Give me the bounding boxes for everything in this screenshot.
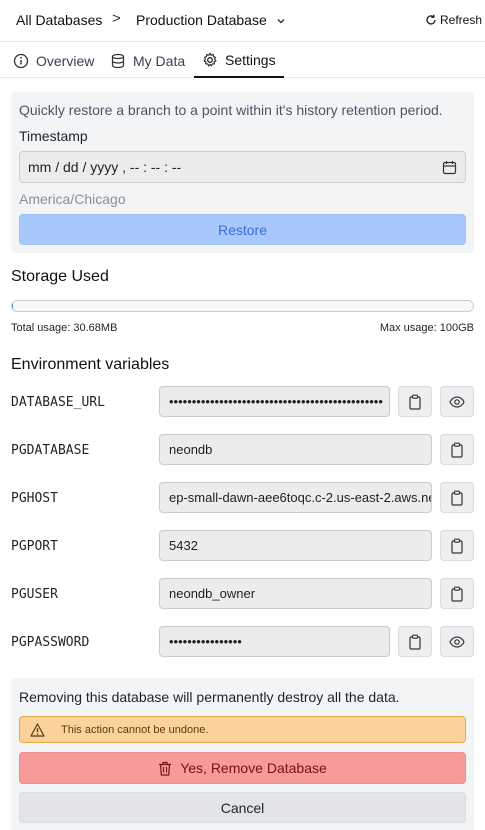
tab-label: Overview	[36, 52, 95, 69]
database-icon	[111, 53, 125, 68]
breadcrumb-database-name[interactable]: Production Database	[136, 12, 267, 28]
env-var-name: PGDATABASE	[11, 443, 90, 458]
tab-label: Settings	[225, 51, 276, 68]
env-var-name: PGUSER	[11, 587, 58, 602]
clipboard-icon	[451, 442, 463, 458]
storage-progress-bar	[11, 300, 474, 312]
timezone-label: America/Chicago	[19, 191, 126, 207]
storage-title: Storage Used	[11, 268, 109, 285]
clipboard-icon	[409, 634, 421, 650]
env-var-name: PGPORT	[11, 539, 58, 554]
info-icon	[13, 53, 29, 68]
breadcrumb-separator: >	[112, 10, 121, 27]
tab-bar: Overview My Data Settings	[0, 43, 485, 78]
trash-icon	[159, 761, 172, 776]
reveal-button[interactable]	[440, 386, 474, 417]
delete-database-panel: Removing this database will permanently …	[11, 678, 474, 830]
top-bar: All Databases > Production Database Refr…	[0, 0, 485, 42]
remove-database-label: Yes, Remove Database	[180, 760, 327, 776]
warning-icon	[30, 722, 45, 737]
copy-button[interactable]	[440, 578, 474, 609]
cancel-button[interactable]: Cancel	[19, 792, 466, 823]
warning-text: This action cannot be undone.	[61, 723, 209, 736]
env-var-value-field[interactable]: ••••••••••••••••••••••••••••••••••••••••…	[159, 386, 390, 417]
restore-description: Quickly restore a branch to a point with…	[19, 102, 443, 118]
copy-button[interactable]	[440, 434, 474, 465]
refresh-icon	[426, 14, 436, 25]
env-var-name: DATABASE_URL	[11, 395, 105, 410]
copy-button[interactable]	[440, 482, 474, 513]
restore-panel: Quickly restore a branch to a point with…	[11, 92, 474, 253]
max-usage-label: Max usage: 100GB	[379, 322, 474, 334]
timestamp-label: Timestamp	[19, 128, 88, 144]
breadcrumb-all-databases[interactable]: All Databases	[16, 12, 102, 28]
clipboard-icon	[451, 586, 463, 602]
timestamp-input[interactable]: mm / dd / yyyy , -- : -- : --	[19, 151, 466, 183]
env-var-value-field[interactable]: neondb_owner	[159, 578, 432, 609]
copy-button[interactable]	[398, 626, 432, 657]
tab-label: My Data	[133, 52, 186, 69]
tab-my-data[interactable]: My Data	[110, 43, 185, 78]
clipboard-icon	[451, 490, 463, 506]
tab-settings[interactable]: Settings	[194, 43, 284, 78]
env-var-value-field[interactable]: ••••••••••••••••	[159, 626, 390, 657]
env-var-value-field[interactable]: 5432	[159, 530, 432, 561]
calendar-icon[interactable]	[442, 160, 457, 175]
env-var-name: PGHOST	[11, 491, 58, 506]
eye-icon	[449, 395, 465, 408]
timestamp-placeholder: mm / dd / yyyy , -- : -- : --	[28, 159, 182, 175]
env-var-value-field[interactable]: neondb	[159, 434, 432, 465]
chevron-down-icon[interactable]	[276, 13, 286, 29]
clipboard-icon	[451, 538, 463, 554]
restore-button[interactable]: Restore	[19, 214, 466, 245]
remove-database-button[interactable]: Yes, Remove Database	[19, 752, 466, 784]
storage-progress-fill	[12, 301, 14, 311]
total-usage-label: Total usage: 30.68MB	[11, 322, 118, 334]
delete-description: Removing this database will permanently …	[19, 689, 400, 705]
env-var-value-field[interactable]: ep-small-dawn-aee6toqc.c-2.us-east-2.aws…	[159, 482, 432, 513]
tab-overview[interactable]: Overview	[13, 43, 94, 78]
reveal-button[interactable]	[440, 626, 474, 657]
refresh-label: Refresh	[440, 13, 483, 27]
env-title: Environment variables	[11, 356, 170, 373]
warning-banner: This action cannot be undone.	[19, 716, 466, 743]
copy-button[interactable]	[398, 386, 432, 417]
clipboard-icon	[409, 394, 421, 410]
copy-button[interactable]	[440, 530, 474, 561]
gear-icon	[203, 52, 217, 67]
env-var-name: PGPASSWORD	[11, 635, 90, 650]
refresh-button[interactable]: Refresh	[425, 13, 482, 27]
eye-icon	[449, 635, 465, 648]
